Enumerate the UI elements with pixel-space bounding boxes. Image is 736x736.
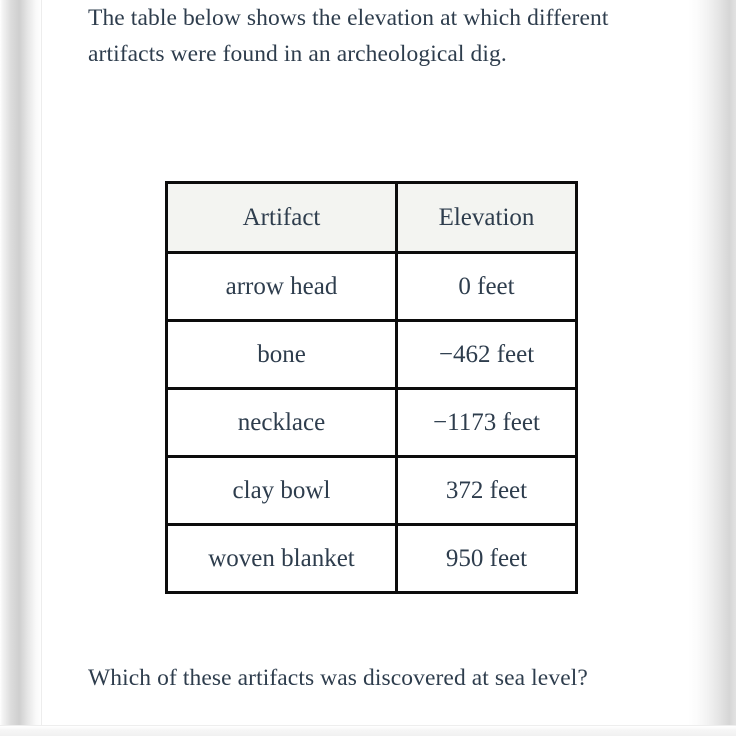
question-paragraph: Which of these artifacts was discovered … [88,665,588,691]
table-row: arrow head 0 feet [165,251,578,322]
elevation-table: Artifact Elevation arrow head 0 feet bon… [165,181,578,594]
cell-artifact: arrow head [165,251,398,322]
table-row: woven blanket 950 feet [165,523,578,594]
table-row: bone −462 feet [165,319,578,390]
cell-elevation: 372 feet [395,455,578,526]
table-row: clay bowl 372 feet [165,455,578,526]
elevation-table-container: Artifact Elevation arrow head 0 feet bon… [165,181,578,594]
cell-elevation: 0 feet [395,251,578,322]
table-body: arrow head 0 feet bone −462 feet necklac… [165,251,578,594]
cell-elevation: 950 feet [395,523,578,594]
cell-artifact: necklace [165,387,398,458]
cell-elevation: −462 feet [395,319,578,390]
column-header-artifact: Artifact [165,181,398,254]
table-header-row: Artifact Elevation [165,181,578,254]
cell-artifact: clay bowl [165,455,398,526]
left-edge-rule [41,0,42,736]
left-edge-shadow [0,0,42,736]
content-column: The table below shows the elevation at w… [88,0,668,736]
cell-artifact: bone [165,319,398,390]
table-head: Artifact Elevation [165,181,578,254]
right-edge-shadow [688,0,736,736]
cell-artifact: woven blanket [165,523,398,594]
page-root: The table below shows the elevation at w… [0,0,736,736]
cell-elevation: −1173 feet [395,387,578,458]
column-header-elevation: Elevation [395,181,578,254]
table-row: necklace −1173 feet [165,387,578,458]
intro-paragraph: The table below shows the elevation at w… [88,5,609,67]
